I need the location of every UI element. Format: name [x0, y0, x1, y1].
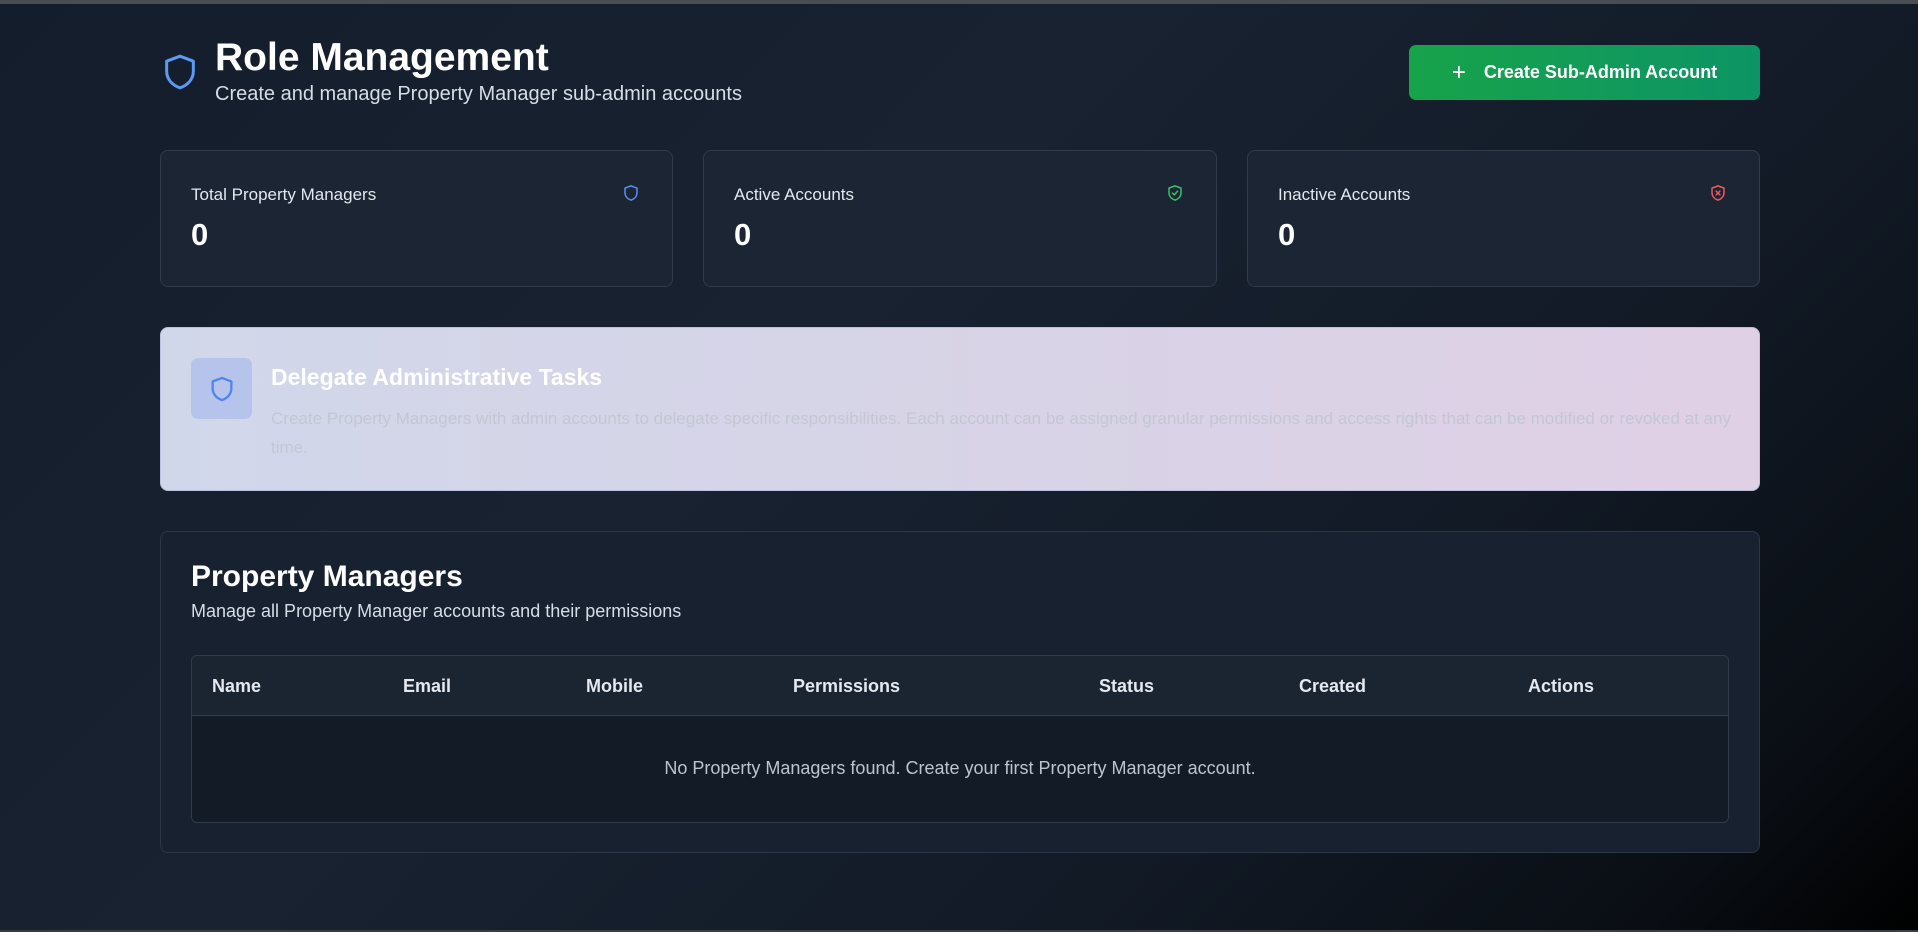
page-title: Role Management [215, 36, 549, 79]
delegate-info-banner: Delegate Administrative Tasks Create Pro… [160, 327, 1760, 491]
stat-value: 0 [1278, 217, 1296, 252]
shield-x-icon [1711, 185, 1725, 201]
property-managers-card: Property Managers Manage all Property Ma… [160, 531, 1760, 853]
stat-card-active: Active Accounts 0 [703, 150, 1217, 287]
section-description: Manage all Property Manager accounts and… [191, 601, 682, 621]
window-top-border [0, 0, 1918, 4]
section-title: Property Managers [191, 560, 463, 593]
stat-label: Total Property Managers [191, 185, 377, 204]
stat-card-inactive: Inactive Accounts 0 [1247, 150, 1760, 287]
column-header-created: Created [1299, 676, 1367, 696]
property-managers-table: Name Email Mobile Permissions Status Cre… [191, 655, 1729, 823]
column-header-status: Status [1099, 676, 1155, 696]
delegate-icon-box [191, 358, 252, 419]
empty-state-message: No Property Managers found. Create your … [664, 758, 1256, 778]
page-header: Role Management Create and manage Proper… [160, 36, 1760, 108]
column-header-permissions: Permissions [793, 676, 901, 696]
stat-card-total: Total Property Managers 0 [160, 150, 673, 287]
column-header-actions: Actions [1528, 676, 1595, 696]
shield-icon [624, 185, 638, 201]
stat-label: Inactive Accounts [1278, 185, 1411, 204]
delegate-text: Create Property Managers with admin acco… [271, 409, 1731, 457]
create-sub-admin-button[interactable]: + Create Sub-Admin Account [1409, 45, 1760, 100]
stat-value: 0 [734, 217, 752, 252]
delegate-title: Delegate Administrative Tasks [271, 364, 603, 390]
shield-check-icon [1168, 185, 1182, 201]
shield-icon [211, 376, 232, 401]
shield-icon [165, 54, 195, 90]
column-header-email: Email [403, 676, 452, 696]
column-header-mobile: Mobile [586, 676, 643, 696]
stat-label: Active Accounts [734, 185, 855, 204]
page-subtitle: Create and manage Property Manager sub-a… [215, 83, 742, 105]
table-header: Name Email Mobile Permissions Status Cre… [192, 656, 1728, 716]
plus-icon: + [1451, 58, 1466, 86]
column-header-name: Name [212, 676, 262, 696]
stat-value: 0 [191, 217, 209, 252]
create-sub-admin-label: Create Sub-Admin Account [1483, 62, 1718, 82]
